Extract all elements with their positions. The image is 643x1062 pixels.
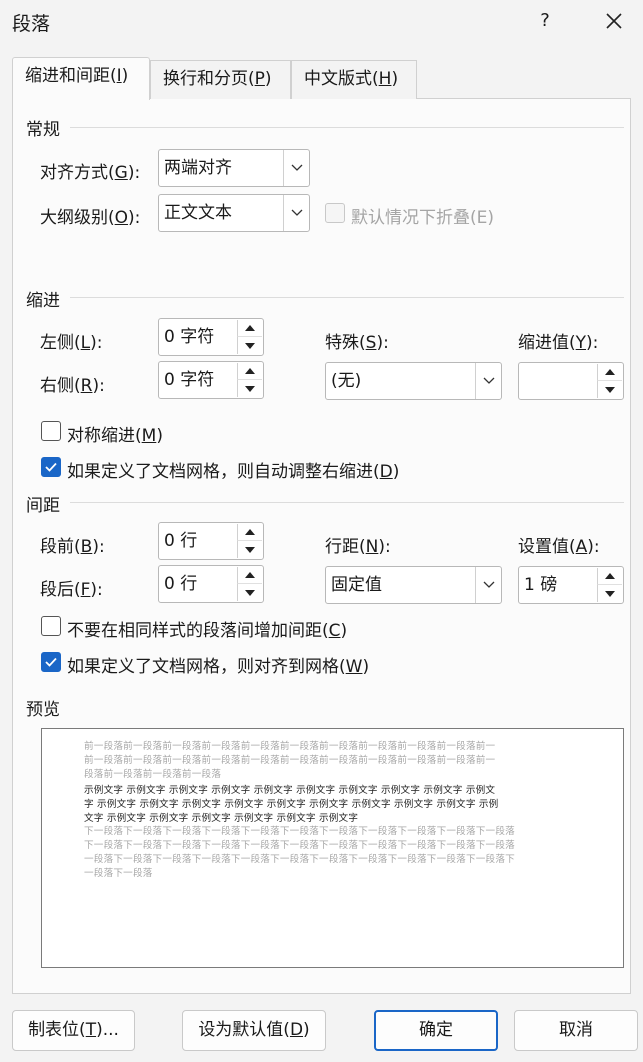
line-spacing-at-spinner[interactable]: 1 磅 [518,566,624,604]
spin-up-icon[interactable] [237,320,262,337]
chevron-down-icon[interactable] [475,567,501,603]
spin-down-icon[interactable] [237,337,262,354]
left-indent-value: 0 字符 [164,327,215,347]
spacing-before-label: 段前(B): [40,537,105,557]
alignment-select[interactable]: 两端对齐 [158,149,310,187]
line-spacing-value: 固定值 [331,575,382,595]
auto-adjust-right-indent-label: 如果定义了文档网格，则自动调整右缩进(D) [67,462,400,482]
preview-pane: 前一段落前一段落前一段落前一段落前一段落前一段落前一段落前一段落前一段落前一段落… [41,728,624,968]
ok-button[interactable]: 确定 [374,1010,498,1051]
preview-line: 段落前一段落前一段落前一段落 [84,769,222,780]
spin-down-icon[interactable] [597,381,622,398]
spin-up-icon[interactable] [237,524,262,541]
dialog-title: 段落 [12,13,51,35]
spin-down-icon[interactable] [597,585,622,602]
preview-line: 前一段落前一段落前一段落前一段落前一段落前一段落前一段落前一段落前一段落前一段落… [84,741,496,752]
right-indent-value: 0 字符 [164,370,215,390]
outline-level-value: 正文文本 [164,203,232,223]
left-indent-label: 左侧(L): [40,333,103,353]
mirror-indents-checkbox[interactable] [41,421,61,441]
spin-down-icon[interactable] [237,380,262,397]
spacing-separator [70,502,624,503]
line-spacing-at-label: 设置值(A): [518,537,600,557]
close-icon [606,13,622,29]
spin-up-icon[interactable] [597,364,622,381]
spacing-before-spinner[interactable]: 0 行 [158,522,264,560]
indent-by-label: 缩进值(Y): [518,333,599,353]
spin-up-icon[interactable] [237,363,262,380]
spacing-before-value: 0 行 [164,531,198,551]
auto-adjust-right-indent-checkbox[interactable] [41,457,61,477]
collapse-by-default-label: 默认情况下折叠(E) [351,208,495,228]
checkmark-icon [45,657,57,667]
close-button[interactable] [595,4,633,38]
tab-indents-and-spacing[interactable]: 缩进和间距(I) [12,57,150,100]
special-indent-label: 特殊(S): [325,333,389,353]
left-indent-spinner[interactable]: 0 字符 [158,318,264,356]
spacing-after-value: 0 行 [164,574,198,594]
special-indent-select[interactable]: (无) [325,362,502,400]
special-indent-value: (无) [331,371,362,391]
set-as-default-button[interactable]: 设为默认值(D) [182,1010,326,1051]
chevron-down-icon[interactable] [283,150,309,186]
checkmark-icon [45,462,57,472]
outline-level-label: 大纲级别(O): [40,208,141,228]
chevron-down-icon[interactable] [475,363,501,399]
line-spacing-select[interactable]: 固定值 [325,566,502,604]
spin-down-icon[interactable] [237,541,262,558]
tab-asian-typography[interactable]: 中文版式(H) [291,60,417,99]
cancel-button[interactable]: 取消 [514,1010,638,1051]
no-space-same-style-label: 不要在相同样式的段落间增加间距(C) [67,621,348,641]
right-indent-spinner[interactable]: 0 字符 [158,361,264,399]
collapse-by-default-checkbox[interactable] [325,203,345,223]
general-separator [70,127,624,128]
spin-up-icon[interactable] [597,568,622,585]
preview-line: 前一段落前一段落前一段落前一段落前一段落前一段落前一段落前一段落前一段落前一段落… [84,755,496,766]
snap-to-grid-checkbox[interactable] [41,652,61,672]
alignment-value: 两端对齐 [164,158,232,178]
tab-line-and-page-breaks[interactable]: 换行和分页(P) [150,60,291,99]
preview-line: 示例文字 示例文字 示例文字 示例文字 示例文字 示例文字 示例文字 示例文字 … [84,785,496,796]
indentation-separator [70,297,624,298]
indent-by-spinner[interactable] [518,362,624,400]
preview-line: 字 示例文字 示例文字 示例文字 示例文字 示例文字 示例文字 示例文字 示例文… [84,799,499,810]
right-indent-label: 右侧(R): [40,376,105,396]
spacing-after-spinner[interactable]: 0 行 [158,565,264,603]
preview-line: 一段落下一段落 [84,868,153,879]
outline-level-select[interactable]: 正文文本 [158,194,310,232]
preview-heading: 预览 [26,700,60,720]
spin-down-icon[interactable] [237,584,262,601]
indentation-heading: 缩进 [26,291,60,311]
spin-up-icon[interactable] [237,567,262,584]
tabs-button[interactable]: 制表位(T)... [12,1010,135,1051]
mirror-indents-label: 对称缩进(M) [67,426,163,446]
chevron-down-icon[interactable] [283,195,309,231]
preview-line: 一段落下一段落下一段落下一段落下一段落下一段落下一段落下一段落下一段落下一段落下… [84,854,515,865]
line-spacing-at-value: 1 磅 [524,575,558,595]
help-button[interactable]: ? [528,4,562,38]
spacing-heading: 间距 [26,496,60,516]
preview-line: 下一段落下一段落下一段落下一段落下一段落下一段落下一段落下一段落下一段落下一段落… [84,840,515,851]
preview-line: 下一段落下一段落下一段落下一段落下一段落下一段落下一段落下一段落下一段落下一段落… [84,826,515,837]
line-spacing-label: 行距(N): [325,537,391,557]
no-space-same-style-checkbox[interactable] [41,616,61,636]
snap-to-grid-label: 如果定义了文档网格，则对齐到网格(W) [67,657,370,677]
spacing-after-label: 段后(F): [40,580,103,600]
general-heading: 常规 [26,120,60,140]
alignment-label: 对齐方式(G): [40,163,141,183]
